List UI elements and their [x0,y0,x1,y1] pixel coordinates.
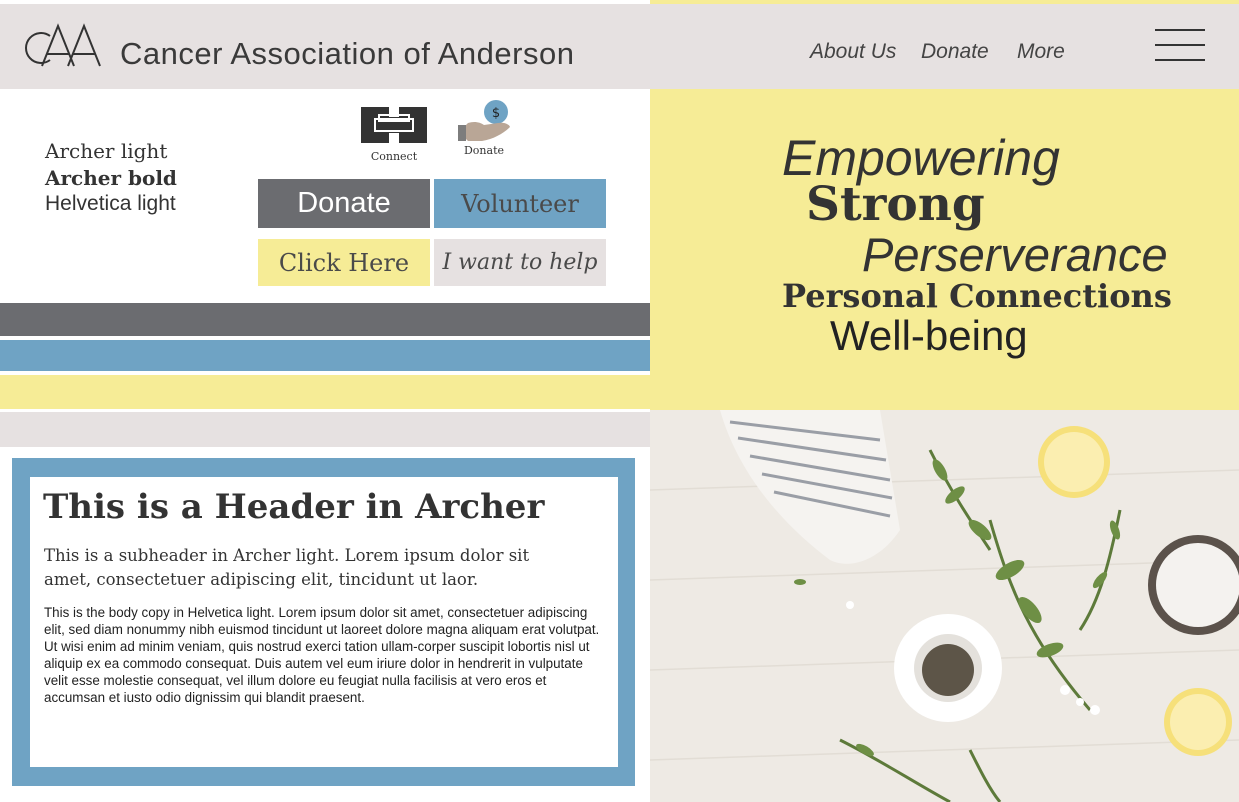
click-here-button[interactable]: Click Here [258,239,430,286]
card-subheader: This is a subheader in Archer light. Lor… [44,546,530,589]
palette-stripe-light-gray [0,412,650,447]
card-header: This is a Header in Archer [43,487,545,527]
card-body-copy: This is the body copy in Helvetica light… [44,605,600,705]
font-sample-archer-bold: Archer bold [45,166,177,190]
photo-illustration [650,410,1239,802]
caa-logo[interactable] [24,22,104,70]
connect-icon [361,107,427,143]
site-title: Cancer Association of Anderson [120,36,575,71]
tagline-strong: Strong [806,177,985,232]
svg-text:$: $ [492,106,500,121]
i-want-to-help-button[interactable]: I want to help [434,239,606,286]
tagline-perserverance: Perserverance [862,228,1168,281]
donate-icon-label: Donate [463,144,504,157]
nav-donate[interactable]: Donate [921,40,989,64]
connect-label: Connect [370,150,418,163]
donate-tile[interactable]: $ Donate [452,99,516,157]
nav-about-us[interactable]: About Us [810,40,896,64]
tagline-well-being: Well-being [830,312,1028,359]
volunteer-button[interactable]: Volunteer [434,179,606,228]
palette-stripe-gray [0,303,650,336]
font-sample-helvetica-light: Helvetica light [45,192,176,215]
hamburger-menu-icon[interactable] [1155,29,1205,62]
tagline-panel: Empowering Strong Perserverance Personal… [650,89,1239,410]
nav-more[interactable]: More [1017,40,1065,64]
connect-tile[interactable]: Connect [356,105,432,163]
herbs-lemons-salt-photo [650,410,1239,802]
tagline-personal-connections: Personal Connections [782,277,1172,315]
font-sample-archer-light: Archer light [45,139,168,163]
donate-button[interactable]: Donate [258,179,430,228]
donate-hand-coin-icon: $ [458,100,510,141]
palette-stripe-blue [0,340,650,371]
palette-stripe-yellow [0,375,650,409]
